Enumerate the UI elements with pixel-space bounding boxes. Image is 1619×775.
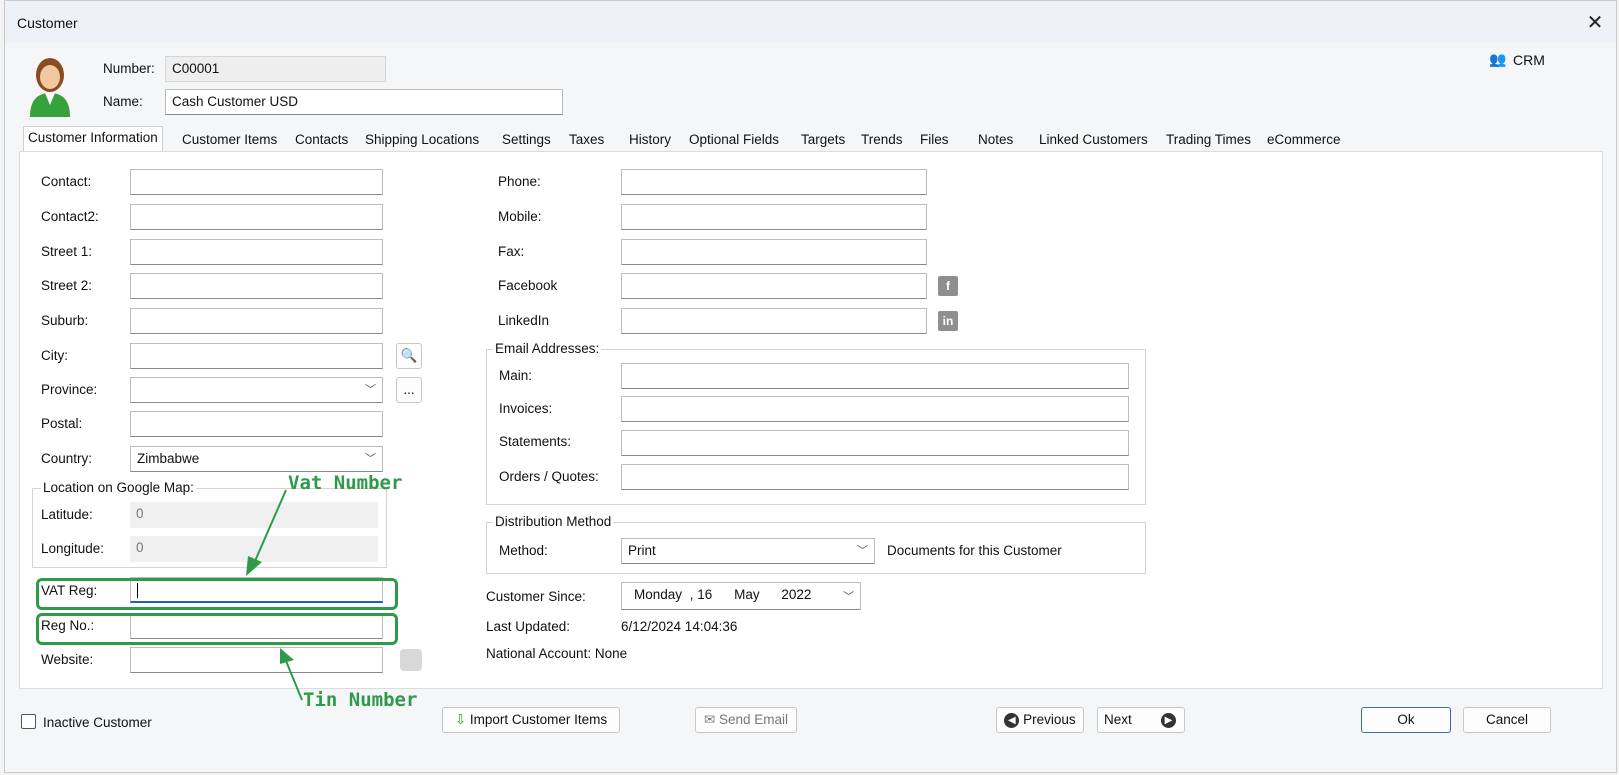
method-note: Documents for this Customer	[887, 543, 1062, 558]
people-icon: 👥	[1489, 51, 1507, 67]
phone-field[interactable]	[621, 169, 927, 195]
fax-label: Fax:	[498, 244, 525, 259]
next-label: Next	[1104, 712, 1132, 727]
facebook-field[interactable]	[621, 273, 927, 299]
since-date: , 16	[689, 587, 713, 602]
tab-ecommerce[interactable]: eCommerce	[1263, 129, 1345, 151]
linkedin-icon[interactable]: in	[938, 311, 958, 331]
tab-optional-fields[interactable]: Optional Fields	[685, 129, 783, 151]
facebook-label: Facebook	[498, 278, 558, 293]
arrow-right-icon: ▶	[1161, 713, 1176, 728]
tab-trading-times[interactable]: Trading Times	[1162, 129, 1255, 151]
distribution-group-title: Distribution Method	[493, 514, 614, 529]
email-group-title: Email Addresses:	[493, 341, 602, 356]
tab-taxes[interactable]: Taxes	[565, 129, 608, 151]
arrow-left-icon: ◀	[1004, 712, 1020, 728]
main-email-field[interactable]	[621, 363, 1129, 389]
phone-label: Phone:	[498, 174, 541, 189]
import-icon: ⇩	[454, 712, 467, 727]
method-select[interactable]: Print ﹀	[621, 538, 875, 564]
invoices-email-label: Invoices:	[499, 401, 553, 416]
import-customer-items-button[interactable]: ⇩ Import Customer Items	[442, 707, 620, 733]
cancel-button[interactable]: Cancel	[1463, 707, 1551, 733]
previous-label: Previous	[1023, 712, 1076, 727]
import-label: Import Customer Items	[469, 712, 608, 727]
tab-customer-information[interactable]: Customer Information	[23, 126, 163, 152]
orders-email-field[interactable]	[621, 464, 1129, 490]
tab-linked-customers[interactable]: Linked Customers	[1035, 129, 1152, 151]
invoices-email-field[interactable]	[621, 396, 1129, 422]
crm-button[interactable]: 👥 CRM	[1489, 49, 1551, 73]
annotation-arrows	[246, 489, 303, 701]
linkedin-field[interactable]	[621, 308, 927, 334]
customer-information-panel: Contact: Contact2: Street 1: Street 2: S…	[19, 151, 1603, 711]
since-year: 2022	[781, 587, 812, 602]
next-button[interactable]: Next ▶	[1097, 707, 1185, 733]
national-account: National Account: None	[486, 646, 628, 661]
customer-window: Customer ✕ 👥 CRM Number: C00001 Name: Ca…	[4, 0, 1617, 773]
statements-email-label: Statements:	[499, 434, 572, 449]
tab-shipping-locations[interactable]: Shipping Locations	[361, 129, 483, 151]
distribution-method-group: Distribution Method Method: Print ﹀ Docu…	[486, 514, 1146, 574]
envelope-icon: ✉	[703, 712, 716, 727]
tab-notes[interactable]: Notes	[974, 129, 1017, 151]
tab-history[interactable]: History	[625, 129, 675, 151]
orders-email-label: Orders / Quotes:	[499, 469, 599, 484]
chevron-down-icon: ﹀	[857, 545, 868, 557]
last-updated-value: 6/12/2024 14:04:36	[621, 619, 738, 634]
close-button[interactable]: ✕	[1583, 11, 1607, 35]
customer-since-date[interactable]: Monday , 16 May 2022 ﹀	[621, 582, 861, 610]
mobile-field[interactable]	[621, 204, 927, 230]
since-month: May	[734, 587, 760, 602]
ok-button[interactable]: Ok	[1361, 707, 1451, 733]
tab-customer-items[interactable]: Customer Items	[178, 129, 281, 151]
tab-strip: Customer Information Customer Items Cont…	[19, 126, 1609, 152]
method-label: Method:	[499, 543, 548, 558]
main-email-label: Main:	[499, 368, 533, 383]
inactive-label: Inactive Customer	[43, 715, 152, 730]
window-title: Customer	[17, 15, 78, 31]
fax-field[interactable]	[621, 239, 927, 265]
number-field[interactable]: C00001	[165, 56, 386, 82]
mobile-label: Mobile:	[498, 209, 542, 224]
title-bar: Customer ✕	[5, 1, 1616, 43]
inactive-checkbox[interactable]	[21, 714, 36, 729]
customer-since-label: Customer Since:	[486, 589, 586, 604]
email-addresses-group: Email Addresses: Main: Invoices: Stateme…	[486, 341, 1146, 505]
last-updated-label: Last Updated:	[486, 619, 571, 634]
tab-contacts[interactable]: Contacts	[291, 129, 352, 151]
send-email-label: Send Email	[719, 712, 789, 727]
tab-trends[interactable]: Trends	[857, 129, 907, 151]
crm-label: CRM	[1513, 52, 1545, 68]
previous-button[interactable]: ◀ Previous	[996, 707, 1084, 733]
tab-settings[interactable]: Settings	[498, 129, 555, 151]
tab-files[interactable]: Files	[916, 129, 953, 151]
linkedin-label: LinkedIn	[498, 313, 550, 328]
number-label: Number:	[103, 61, 155, 76]
tab-targets[interactable]: Targets	[797, 129, 849, 151]
send-email-button[interactable]: ✉ Send Email	[695, 707, 797, 733]
chevron-down-icon: ﹀	[843, 591, 854, 603]
name-label: Name:	[103, 94, 143, 109]
name-field[interactable]: Cash Customer USD	[165, 89, 563, 115]
facebook-icon[interactable]: f	[938, 276, 958, 296]
method-value: Print	[628, 543, 656, 558]
statements-email-field[interactable]	[621, 430, 1129, 456]
since-day: Monday	[634, 587, 683, 602]
avatar	[27, 55, 73, 117]
